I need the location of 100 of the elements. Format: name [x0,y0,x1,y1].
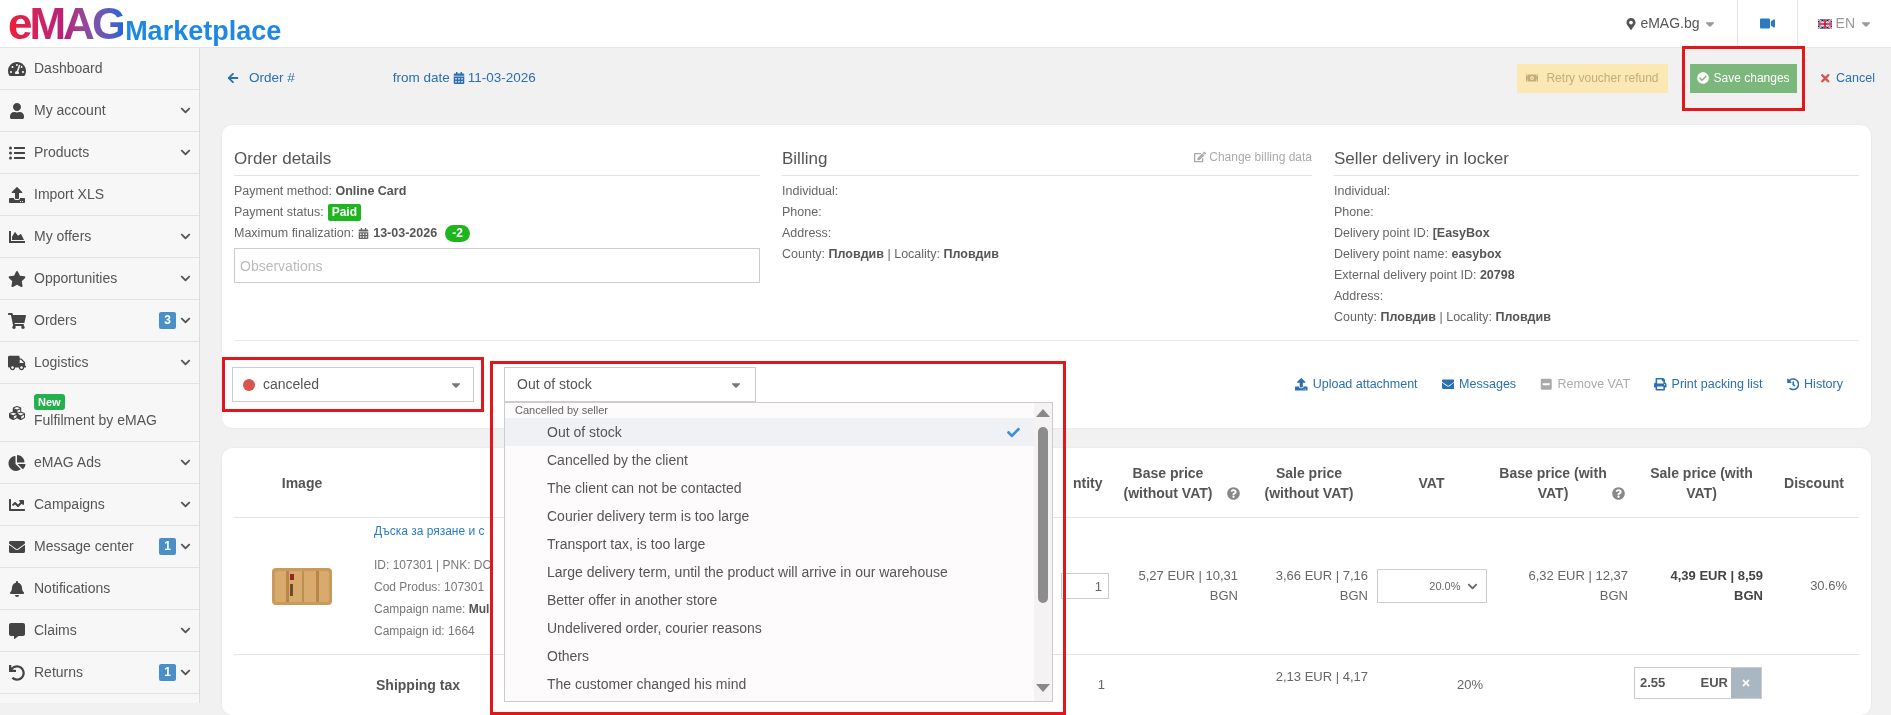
column-header: VAT [1418,473,1445,493]
history-link[interactable]: History [1786,375,1843,394]
dropdown-option[interactable]: The client can not be contacted [505,474,1034,502]
price-text: 4,39 EUR | 8,59 BGN [1669,567,1763,605]
sidebar-item[interactable]: Orders 3 [0,300,199,342]
sidebar-item[interactable]: My account [0,90,199,132]
column-header: Base price (without VAT) [1122,463,1214,503]
sidebar-label: Campaigns [34,495,106,514]
truck-icon [8,354,26,371]
messages-link[interactable]: Messages [1441,375,1517,394]
reason-select[interactable]: Out of stock [504,367,756,402]
sidebar-label: My offers [34,227,93,246]
envelope-icon [1441,378,1455,391]
quantity-field[interactable]: 1 [1061,573,1109,599]
video-icon [1759,16,1775,31]
gauge-icon [8,60,26,77]
undo-icon [8,664,26,681]
price-text: 2,13 EUR | 4,17 [1274,668,1368,686]
cancel-link[interactable]: Cancel [1818,68,1875,88]
upload-icon [8,186,26,203]
sidebar-label: My account [34,101,107,120]
calendar-icon [452,72,465,84]
dropdown-option[interactable]: Better offer in another store [505,586,1034,614]
print-packing-list-link[interactable]: Print packing list [1654,375,1763,394]
check-icon [1007,425,1020,439]
currency-label: EUR [1699,674,1729,693]
section-title: Order details [234,147,332,170]
sale-price-field[interactable]: 2.55 EUR [1634,667,1762,699]
sidebar-label: Products [34,143,91,162]
field-text: Address: [1334,288,1384,306]
status-badge: Paid [327,204,361,221]
count-badge: 1 [159,538,176,555]
calendar-icon [358,228,370,239]
vat-select[interactable]: 20.0% [1376,569,1487,603]
sidebar-item[interactable]: My offers [0,216,199,258]
observations-field[interactable]: Observations [234,248,760,283]
printer-icon [1654,378,1667,391]
pin-icon [1625,17,1638,30]
count-badge: 3 [159,312,176,329]
sidebar-label: Message center [34,537,135,556]
sidebar-item[interactable]: Message center 1 [0,526,199,568]
sidebar-label: Import XLS [34,185,106,204]
sidebar-item[interactable]: Dashboard [0,48,199,90]
vat-text: 20% [1456,676,1483,694]
status-select[interactable]: canceled [232,367,474,402]
quantity-text: 1 [1097,676,1105,694]
discount-text: 30.6% [1810,577,1847,596]
sidebar-item[interactable]: Opportunities [0,258,199,300]
sidebar-item[interactable]: Claims [0,610,199,652]
field-text: Delivery point ID: [EasyBox [1334,225,1490,243]
edit-icon [1194,151,1207,163]
bell-icon [8,580,26,597]
upload-icon [1295,378,1308,391]
back-link[interactable]: Order # [227,67,295,89]
minus-icon [1540,378,1553,391]
money-icon [1526,72,1539,84]
sidebar-item[interactable]: Returns 1 [0,652,199,694]
section-title: Seller delivery in locker [1334,147,1509,170]
sidebar-item[interactable]: Logistics [0,342,199,384]
dropdown-option[interactable]: Transport tax, is too large [505,530,1034,558]
flag-icon [1817,18,1832,29]
upload-attachment-link[interactable]: Upload attachment [1295,375,1418,394]
close-icon [1818,71,1832,85]
dropdown-option[interactable]: Others [505,642,1034,670]
row-label: Shipping tax [376,677,460,693]
clear-button[interactable] [1731,668,1761,698]
dropdown-option[interactable]: Large delivery term, until the product will arrive in our warehouse [505,558,1034,586]
store-selector[interactable]: eMAG.bg [1615,13,1727,34]
scrollbar[interactable] [1034,403,1052,701]
field-text: Address: [782,225,832,243]
sidebar-item[interactable]: Notifications [0,568,199,610]
dropdown-option[interactable]: Cancelled by the client [505,446,1034,474]
sidebar-item[interactable]: New Fulfilment by eMAG [0,384,199,442]
product-link[interactable]: Дъска за рязане и с [374,520,485,542]
sidebar-item[interactable]: eMAG Ads [0,442,199,484]
section-title: Billing [782,147,828,170]
dropdown-option[interactable]: Out of stock [505,418,1034,446]
dropdown-option[interactable]: The customer changed his mind [505,670,1034,698]
sidebar-item[interactable]: Products [0,132,199,174]
count-badge: -2 [445,225,470,242]
area-chart-icon [8,228,26,245]
column-header: Sale price (with VAT) [1649,463,1754,503]
history-icon [1786,378,1800,391]
price-input[interactable]: 2.55 [1635,668,1685,698]
field-text: Individual: [1334,183,1391,201]
cart-icon [8,312,26,329]
list-icon [8,144,26,161]
logo-product: Marketplace [125,15,282,46]
sidebar-item[interactable]: Import XLS [0,174,199,216]
sidebar-label: Claims [34,621,78,640]
sidebar-label: Logistics [34,353,90,372]
sidebar-item[interactable]: Campaigns [0,484,199,526]
dropdown-option[interactable]: Undelivered order, courier reasons [505,614,1034,642]
cubes-icon [8,404,26,421]
column-header: Sale price (without VAT) [1263,463,1355,503]
column-header: Image [281,473,323,493]
column-header: Discount [1784,473,1844,493]
field-text: Phone: [1334,204,1374,222]
dropdown-option[interactable]: Courier delivery term is too large [505,502,1034,530]
product-detail: Campaign id: 1664 [374,623,475,640]
